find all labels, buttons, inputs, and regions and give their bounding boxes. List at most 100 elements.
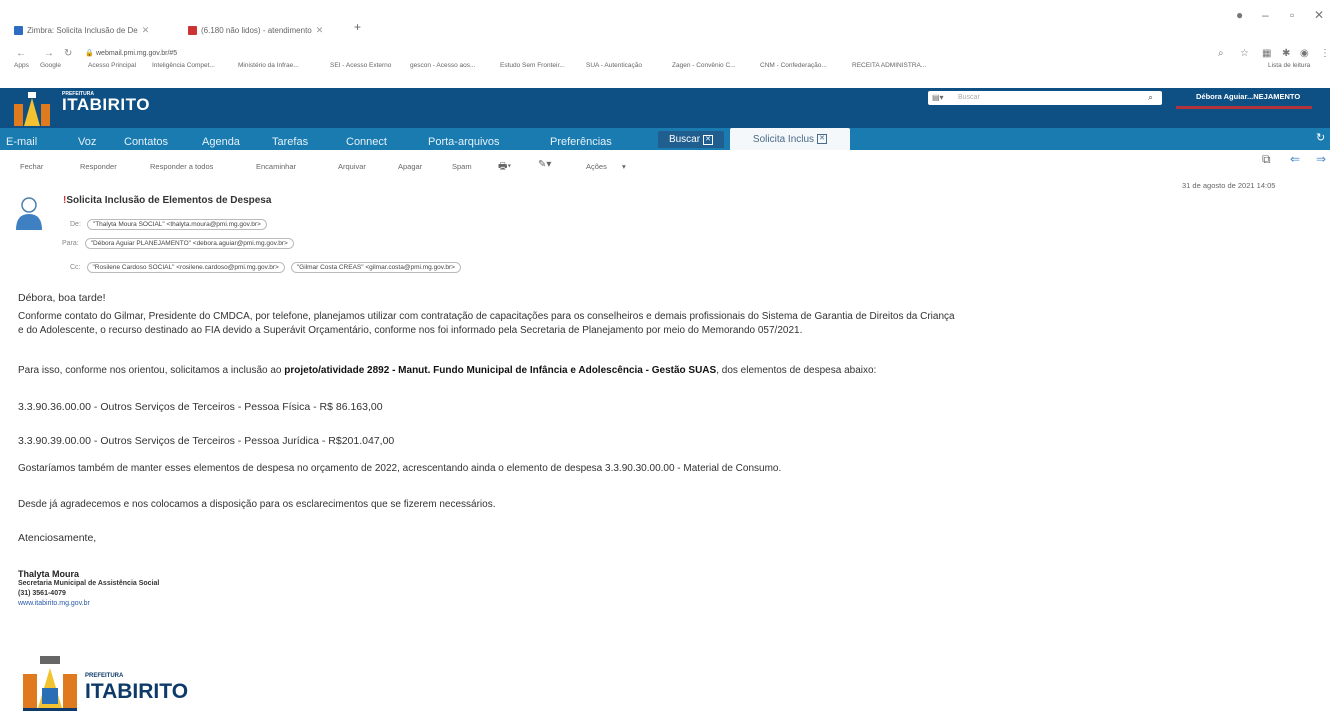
new-tab-icon[interactable]: + [354, 20, 361, 34]
bookmark-item[interactable]: Inteligência Compet... [152, 62, 215, 69]
back-icon[interactable]: ← [16, 48, 26, 59]
bookmark-item[interactable]: Google [40, 62, 61, 69]
cc-address[interactable]: "Gilmar Costa CREAS" <gilmar.costa@pmi.m… [290, 262, 461, 273]
bookmark-item[interactable]: Acesso Principal [88, 62, 136, 69]
menu-agenda[interactable]: Agenda [202, 136, 240, 148]
zimbra-favicon-icon [14, 25, 23, 35]
menu-porta-arquivos[interactable]: Porta-arquivos [428, 136, 500, 148]
signature-link[interactable]: www.itabirito.mg.gov.br [18, 600, 90, 607]
browser-tab-label: (6.180 não lidos) - atendimento [201, 25, 312, 35]
project-name: projeto/atividade 2892 - Manut. Fundo Mu… [284, 365, 717, 376]
menu-email[interactable]: E-mail [6, 136, 37, 148]
tag-icon[interactable]: ✎▾ [538, 159, 551, 170]
menu-preferencias[interactable]: Preferências [550, 136, 612, 148]
cc-address[interactable]: "Rosilene Cardoso SOCIAL" <rosilene.card… [86, 262, 285, 273]
menu-icon[interactable]: ⋮ [1320, 48, 1330, 59]
bookmark-apps[interactable]: Apps [14, 62, 29, 69]
from-label: De: [70, 221, 81, 228]
search-icon[interactable]: ⌕ [1148, 92, 1153, 103]
url-field[interactable]: webmail.pmi.mg.gov.br/#5 [96, 50, 177, 57]
reply-button[interactable]: Responder [80, 162, 117, 171]
forward-button[interactable]: Encaminhar [256, 162, 296, 171]
expense-item-1: 3.3.90.36.00.00 - Outros Serviços de Ter… [18, 401, 383, 413]
menu-tarefas[interactable]: Tarefas [272, 136, 308, 148]
paragraph-2-post: , dos elementos de despesa abaixo: [716, 365, 877, 376]
avatar [16, 197, 42, 230]
tab-label: Solicita Inclus [752, 133, 815, 145]
lock-icon: 🔒 [85, 50, 94, 57]
search-type-dropdown[interactable]: ▤▾ [932, 93, 944, 102]
close-icon[interactable]: ✕ [316, 25, 324, 36]
account-icon[interactable]: ● [1236, 8, 1243, 22]
signature-name: Thalyta Moura [18, 569, 80, 579]
profile-icon[interactable]: ◉ [1300, 48, 1309, 59]
reading-list[interactable]: Lista de leitura [1268, 62, 1310, 69]
bookmark-item[interactable]: SUA - Autenticação [586, 62, 642, 69]
paragraph-3: Gostaríamos também de manter esses eleme… [18, 463, 782, 474]
to-address[interactable]: "Débora Aguiar PLANEJAMENTO" <debora.agu… [84, 238, 294, 249]
paragraph-2-pre: Para isso, conforme nos orientou, solici… [18, 365, 285, 376]
bookmarks-bar: Apps Google Acesso Principal Inteligênci… [0, 62, 1330, 76]
browser-tab-zimbra[interactable]: Zimbra: Solicita Inclusão de De ✕ [14, 22, 149, 38]
bookmark-item[interactable]: Zagen - Convênio C... [672, 62, 736, 69]
message-subject: !Solicita Inclusão de Elementos de Despe… [63, 195, 272, 206]
signature-phone: (31) 3561-4079 [18, 590, 66, 597]
actions-menu[interactable]: Ações [586, 162, 607, 171]
cc-label: Cc: [70, 264, 81, 271]
close-icon[interactable]: ✕ [817, 134, 828, 144]
browser-tab-label: Zimbra: Solicita Inclusão de De [27, 25, 138, 35]
to-row: Para: "Débora Aguiar PLANEJAMENTO" <debo… [62, 238, 294, 249]
chevron-down-icon[interactable]: ▾ [622, 162, 626, 171]
browser-tab-gmail[interactable]: (6.180 não lidos) - atendimento ✕ [188, 22, 323, 38]
extension-icon[interactable]: ▦ [1262, 48, 1271, 59]
open-window-icon[interactable]: ⧉ [1262, 152, 1271, 167]
close-window-icon[interactable]: ✕ [1314, 8, 1324, 22]
bookmark-item[interactable]: Ministério da Infrae... [238, 62, 299, 69]
tab-solicita[interactable]: Solicita Inclus ✕ [730, 128, 850, 150]
reply-all-button[interactable]: Responder a todos [150, 162, 213, 171]
bookmark-item[interactable]: SEI - Acesso Externo [330, 62, 391, 69]
from-row: De: "Thalyta Moura SOCIAL" <thalyta.mour… [70, 219, 267, 230]
close-icon[interactable]: ✕ [142, 25, 150, 36]
previous-icon[interactable]: ⇐ [1290, 152, 1300, 166]
refresh-icon[interactable]: ↻ [1316, 131, 1325, 144]
prefeitura-logo-icon [14, 92, 50, 126]
browser-tab-strip: Zimbra: Solicita Inclusão de De ✕ (6.180… [0, 0, 1330, 38]
to-label: Para: [62, 240, 79, 247]
print-icon[interactable]: 🖶▾ [498, 159, 511, 176]
close-icon[interactable]: ✕ [703, 134, 714, 145]
prefeitura-logo-icon [23, 656, 77, 711]
menu-voz[interactable]: Voz [78, 136, 96, 148]
spam-button[interactable]: Spam [452, 162, 472, 171]
zoom-icon[interactable]: ⌕ [1218, 48, 1224, 59]
tab-label: Buscar [668, 134, 701, 145]
close-button[interactable]: Fechar [20, 162, 43, 171]
paragraph-2: Para isso, conforme nos orientou, solici… [18, 365, 876, 376]
user-menu[interactable]: Débora Aguiar...NEJAMENTO [1196, 92, 1300, 101]
greeting: Débora, boa tarde! [18, 292, 106, 304]
bookmark-item[interactable]: Estudo Sem Fronteir... [500, 62, 565, 69]
from-address[interactable]: "Thalyta Moura SOCIAL" <thalyta.moura@pm… [86, 219, 267, 230]
menu-connect[interactable]: Connect [346, 136, 387, 148]
cc-row: Cc: "Rosilene Cardoso SOCIAL" <rosilene.… [70, 262, 461, 273]
paragraph-1-line-1: Conforme contato do Gilmar, Presidente d… [18, 311, 955, 322]
bookmark-item[interactable]: gescon - Acesso aos... [410, 62, 475, 69]
delete-button[interactable]: Apagar [398, 162, 422, 171]
tab-buscar[interactable]: Buscar ✕ [658, 131, 724, 148]
maximize-icon[interactable]: ▫ [1290, 8, 1294, 22]
mail-favicon-icon [188, 25, 197, 35]
menu-contatos[interactable]: Contatos [124, 136, 168, 148]
minimize-icon[interactable]: – [1262, 8, 1269, 22]
reload-icon[interactable]: ↻ [64, 48, 72, 59]
search-input[interactable]: ▤▾ Buscar ⌕ [928, 91, 1162, 105]
forward-icon[interactable]: → [44, 48, 54, 59]
user-underline [1176, 106, 1312, 109]
archive-button[interactable]: Arquivar [338, 162, 366, 171]
expense-item-2: 3.3.90.39.00.00 - Outros Serviços de Ter… [18, 435, 395, 447]
puzzle-icon[interactable]: ✱ [1282, 48, 1290, 59]
bookmark-item[interactable]: CNM - Confederação... [760, 62, 827, 69]
next-icon[interactable]: ⇒ [1316, 152, 1326, 166]
star-icon[interactable]: ☆ [1240, 48, 1249, 59]
bookmark-item[interactable]: RECEITA ADMINISTRA... [852, 62, 926, 69]
message-date: 31 de agosto de 2021 14:05 [1182, 181, 1276, 190]
